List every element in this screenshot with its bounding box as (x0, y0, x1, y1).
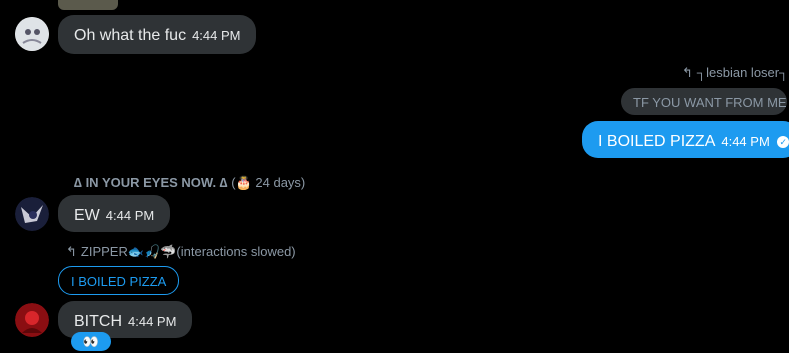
message-time: 4:44 PM (721, 134, 770, 149)
avatar[interactable] (15, 197, 49, 231)
quoted-message[interactable]: I BOILED PIZZA (58, 266, 180, 295)
avatar[interactable] (15, 303, 49, 337)
message-text: BITCH (74, 313, 122, 330)
sender-header[interactable]: ∆ IN YOUR EYES NOW. ∆ (🎂 24 days) (74, 175, 305, 191)
reply-to-user: ZIPPER🐟🎣🦈(interactions slowed) (80, 244, 296, 259)
avatar[interactable] (15, 17, 49, 51)
message-text: I BOILED PIZZA (598, 133, 716, 150)
reaction-emoji: 👀 (82, 334, 100, 349)
read-check-icon: ✓ (777, 136, 789, 148)
message-text: EW (74, 207, 100, 224)
message-time: 4:44 PM (128, 314, 177, 329)
reaction-badge[interactable]: 👀 (71, 332, 111, 351)
reply-to-user: ┐lesbian loser┐ (696, 65, 789, 80)
cropped-media[interactable] (58, 0, 118, 10)
message-bubble[interactable]: Oh what the fuc 4:44 PM (58, 15, 257, 54)
message-text: Oh what the fuc (74, 27, 187, 44)
reply-arrow-icon: ↰ (66, 244, 77, 259)
reply-context[interactable]: ↰ ZIPPER🐟🎣🦈(interactions slowed) (66, 244, 296, 260)
quoted-text: I BOILED PIZZA (71, 274, 167, 289)
message-time: 4:44 PM (105, 208, 155, 223)
message-time: 4:44 PM (192, 28, 241, 43)
reply-context[interactable]: ↰ ┐lesbian loser┐ (682, 65, 788, 81)
reply-arrow-icon: ↰ (682, 65, 693, 80)
message-bubble[interactable]: EW 4:44 PM (58, 195, 171, 232)
message-bubble[interactable]: I BOILED PIZZA 4:44 PM ✓ (582, 121, 789, 158)
sender-name: ∆ IN YOUR EYES NOW. ∆ (74, 175, 228, 190)
quoted-message[interactable]: TF YOU WANT FROM ME (621, 88, 787, 115)
sender-badge: (🎂 24 days) (231, 175, 306, 190)
quoted-text: TF YOU WANT FROM ME (633, 95, 787, 110)
